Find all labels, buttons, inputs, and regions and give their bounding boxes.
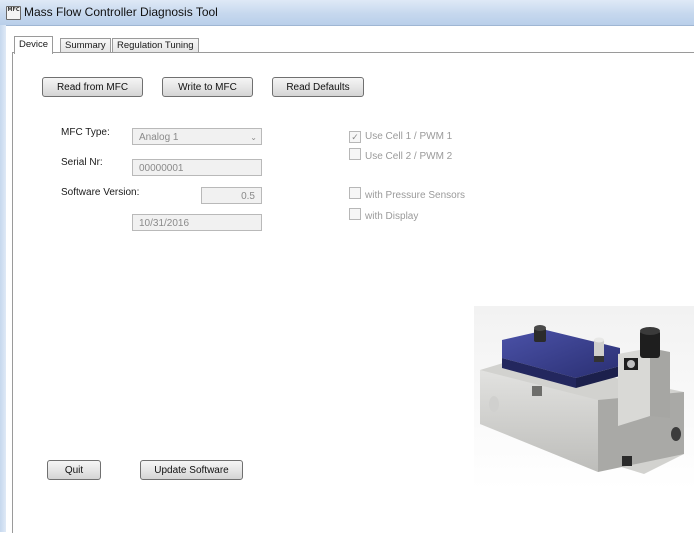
mfc-type-select[interactable]: Analog 1 ⌄ (132, 128, 262, 145)
mfc-type-value: Analog 1 (139, 132, 179, 143)
read-defaults-button[interactable]: Read Defaults (272, 77, 364, 97)
pressure-sensors-label: with Pressure Sensors (365, 190, 466, 201)
display-checkbox[interactable]: with Display (349, 208, 419, 222)
update-software-button[interactable]: Update Software (140, 460, 243, 480)
software-date-field[interactable]: 10/31/2016 (132, 214, 262, 231)
use-cell1-label: Use Cell 1 / PWM 1 (365, 131, 453, 142)
tab-summary[interactable]: Summary (60, 38, 111, 53)
tab-device[interactable]: Device (14, 36, 54, 54)
tab-regulation-tuning[interactable]: Regulation Tuning (112, 38, 199, 53)
use-cell2-label: Use Cell 2 / PWM 2 (365, 151, 453, 162)
checkbox-box[interactable] (349, 187, 361, 199)
pressure-sensors-checkbox[interactable]: with Pressure Sensors (349, 187, 466, 201)
display-label: with Display (365, 211, 419, 222)
software-version-label: Software Version: (61, 187, 140, 198)
mass-flow-controller-image (474, 306, 694, 490)
chevron-down-icon[interactable]: ⌄ (250, 129, 257, 146)
quit-button[interactable]: Quit (47, 460, 101, 480)
checkbox-box[interactable] (349, 208, 361, 220)
serial-number-label: Serial Nr: (61, 157, 103, 168)
app-icon: MFC (6, 6, 21, 20)
window-title: Mass Flow Controller Diagnosis Tool (24, 5, 218, 19)
use-cell2-checkbox[interactable]: Use Cell 2 / PWM 2 (349, 148, 453, 162)
title-bar: MFC Mass Flow Controller Diagnosis Tool (0, 0, 694, 26)
checkmark-icon[interactable]: ✓ (349, 131, 361, 143)
window-frame (0, 25, 6, 532)
software-version-field[interactable]: 0.5 (201, 187, 262, 204)
use-cell1-checkbox[interactable]: ✓ Use Cell 1 / PWM 1 (349, 130, 452, 143)
mfc-type-label: MFC Type: (61, 127, 110, 138)
write-to-mfc-button[interactable]: Write to MFC (162, 77, 253, 97)
read-from-mfc-button[interactable]: Read from MFC (42, 77, 143, 97)
serial-number-field[interactable]: 00000001 (132, 159, 262, 176)
checkbox-box[interactable] (349, 148, 361, 160)
